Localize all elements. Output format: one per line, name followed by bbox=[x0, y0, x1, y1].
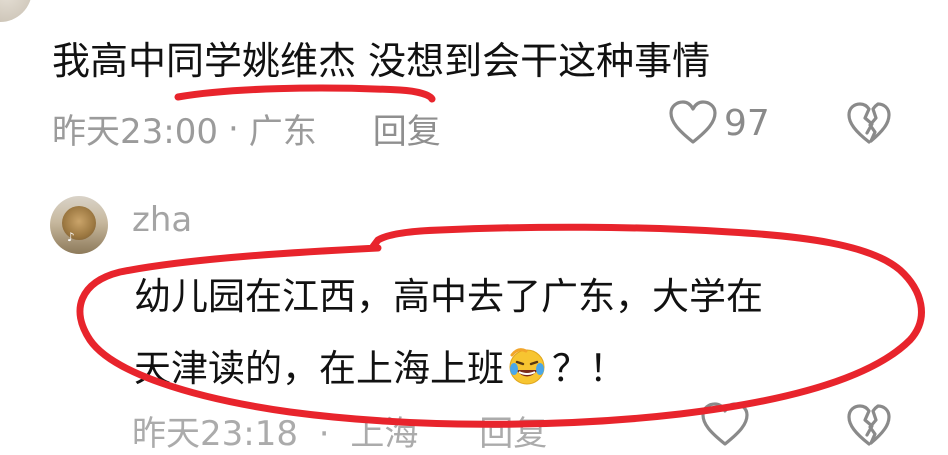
tiktok-icon: ♪ bbox=[67, 230, 75, 244]
reply-text-line-2: 天津读的，在上海上班 ？！ bbox=[134, 338, 626, 392]
comment-meta: 昨天23:00 · 广东 回复 bbox=[52, 104, 441, 153]
reply-text-punctuation: ？！ bbox=[552, 347, 626, 390]
rolling-laughing-emoji bbox=[506, 345, 548, 387]
meta-separator: · bbox=[227, 108, 239, 149]
reply-username[interactable]: zha bbox=[132, 200, 192, 240]
reply-like-button[interactable] bbox=[700, 402, 750, 452]
dislike-button[interactable] bbox=[846, 102, 892, 150]
reply-button[interactable]: 回复 bbox=[479, 414, 547, 454]
meta-separator: · bbox=[318, 414, 330, 454]
broken-heart-icon bbox=[846, 102, 892, 150]
like-count: 97 bbox=[724, 102, 770, 144]
comment-location: 广东 bbox=[248, 112, 317, 152]
reply-location: 上海 bbox=[350, 414, 419, 454]
heart-icon bbox=[668, 100, 718, 146]
reply-meta: 昨天23:18 · 上海 回复 bbox=[132, 406, 547, 455]
reply-dislike-button[interactable] bbox=[846, 404, 892, 452]
reply-text-part: 天津读的，在上海上班 bbox=[134, 347, 504, 390]
broken-heart-icon bbox=[846, 404, 892, 452]
reply-text-line-1: 幼儿园在江西，高中去了广东，大学在 bbox=[134, 275, 763, 318]
like-button[interactable]: 97 bbox=[668, 100, 770, 146]
commenter-avatar[interactable] bbox=[0, 0, 32, 22]
ellipse-annotation bbox=[76, 223, 925, 428]
comment-text: 我高中同学姚维杰 没想到会干这种事情 bbox=[52, 39, 711, 83]
reply-avatar[interactable]: ♪ bbox=[50, 196, 108, 254]
comment-time: 昨天23:00 bbox=[52, 112, 218, 152]
heart-icon bbox=[700, 402, 750, 452]
underline-annotation bbox=[174, 84, 436, 103]
reply-time: 昨天23:18 bbox=[132, 414, 298, 454]
reply-button[interactable]: 回复 bbox=[373, 104, 441, 153]
